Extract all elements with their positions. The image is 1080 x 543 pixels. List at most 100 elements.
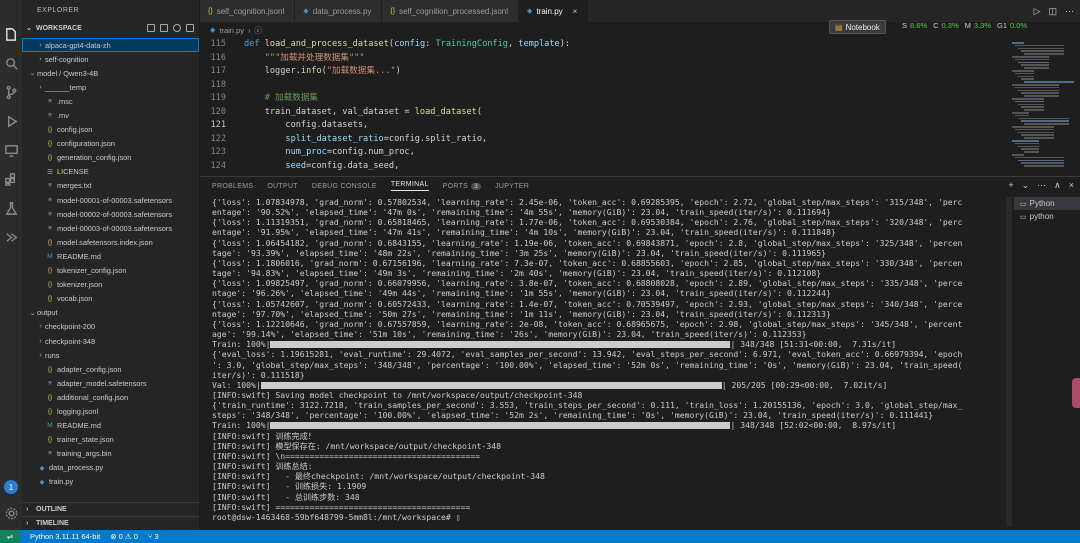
tree-file[interactable]: ◆ data_process.py	[22, 461, 199, 475]
tree-item-label: config.json	[57, 125, 93, 135]
tree-folder[interactable]: ⌄ output	[22, 306, 199, 320]
editor-tab[interactable]: ◆ train.py ×	[519, 0, 589, 22]
panel-tab-jupyter[interactable]: JUPYTER	[495, 183, 529, 190]
tree-file[interactable]: ≡ merges.txt	[22, 179, 199, 193]
panel-tab-problems[interactable]: PROBLEMS	[212, 183, 253, 190]
breadcrumb-file[interactable]: train.py	[219, 26, 244, 35]
minimap-line	[1018, 47, 1064, 50]
ports-indicator[interactable]: ⑂ 3	[148, 532, 159, 541]
progress-bar	[260, 381, 722, 389]
tree-file[interactable]: ≡ model-00003-of-00003.safetensors	[22, 221, 199, 235]
tree-file[interactable]: {} model.safetensors.index.json	[22, 235, 199, 249]
panel-tab-terminal[interactable]: TERMINAL	[390, 181, 429, 191]
gear-icon[interactable]	[3, 505, 19, 521]
tree-file[interactable]: {} logging.jsonl	[22, 404, 199, 418]
tree-folder[interactable]: › self-cognition	[22, 52, 199, 66]
minimap-line	[1015, 86, 1059, 89]
code-line[interactable]: 121 config.datasets,	[200, 119, 1006, 133]
code-line[interactable]: 116 """加载并处理数据集"""	[200, 52, 1006, 66]
tree-file[interactable]: {} trainer_state.json	[22, 433, 199, 447]
tree-file[interactable]: ☰ LICENSE	[22, 165, 199, 179]
panel-tab-ports[interactable]: PORTS 3	[443, 182, 482, 190]
outline-section[interactable]: › OUTLINE	[22, 502, 199, 516]
minimap-line	[1024, 109, 1044, 111]
minimap[interactable]	[1006, 38, 1080, 173]
code-line[interactable]: 123 num_proc=config.num_proc,	[200, 146, 1006, 160]
tree-folder[interactable]: › checkpoint-348	[22, 334, 199, 348]
new-terminal-icon[interactable]: +	[1008, 180, 1013, 191]
tree-file[interactable]: {} vocab.json	[22, 292, 199, 306]
code-line[interactable]: 115 def load_and_process_dataset(config: …	[200, 38, 1006, 52]
terminal-instance[interactable]: ▭ Python	[1014, 197, 1080, 210]
explorer-icon[interactable]	[3, 26, 19, 42]
code-line[interactable]: 122 split_dataset_ratio=config.split_rat…	[200, 133, 1006, 147]
code-line[interactable]: 117 logger.info("加载数据集...")	[200, 65, 1006, 79]
tree-file[interactable]: ≡ adapter_model.safetensors	[22, 376, 199, 390]
editor-tab[interactable]: {} self_cognition_processed.jsonl	[382, 0, 520, 22]
tree-file[interactable]: M README.md	[22, 419, 199, 433]
tree-file[interactable]: ◆ train.py	[22, 475, 199, 489]
workspace-section[interactable]: ⌄ WORKSPACE	[22, 20, 199, 36]
tree-folder[interactable]: › checkpoint-200	[22, 320, 199, 334]
tree-file[interactable]: {} tokenizer.json	[22, 278, 199, 292]
tree-folder[interactable]: › ______temp	[22, 80, 199, 94]
editor-tab[interactable]: {} self_cognition.jsonl	[200, 0, 296, 22]
code-line[interactable]: 118	[200, 79, 1006, 93]
more-actions-icon[interactable]: ⋯	[1065, 6, 1074, 17]
run-icon[interactable]: ▷	[1034, 6, 1041, 17]
problems-indicator[interactable]: ⊗ 0 ⚠ 0	[110, 532, 138, 541]
close-icon[interactable]: ×	[1069, 180, 1074, 191]
testing-flask-icon[interactable]	[3, 200, 19, 216]
source-control-icon[interactable]	[3, 84, 19, 100]
panel-tab-debug-console[interactable]: DEBUG CONSOLE	[312, 183, 377, 190]
terminal-line: age': '99.14%', 'elapsed_time': '51m 10s…	[212, 329, 1002, 339]
tree-file[interactable]: ≡ model-00002-of-00003.safetensors	[22, 207, 199, 221]
split-editor-icon[interactable]: ◫	[1048, 6, 1057, 17]
new-file-icon[interactable]	[147, 24, 155, 32]
tree-file[interactable]: {} configuration.json	[22, 137, 199, 151]
panel-tab-output[interactable]: OUTPUT	[267, 183, 298, 190]
minimap-line	[1024, 123, 1069, 125]
terminal-instance[interactable]: ▭ python	[1014, 210, 1080, 223]
tree-file[interactable]: ≡ model-00001-of-00003.safetensors	[22, 193, 199, 207]
chevron-down-icon[interactable]: ⌄	[1022, 180, 1030, 191]
floating-assistant-handle[interactable]	[1072, 378, 1080, 408]
extensions-icon[interactable]	[3, 171, 19, 187]
tree-folder[interactable]: ⌄ model / Qwen3-4B	[22, 66, 199, 80]
account-icon[interactable]: 1	[4, 480, 18, 494]
tree-file[interactable]: M README.md	[22, 249, 199, 263]
refresh-icon[interactable]	[173, 24, 181, 32]
tree-folder[interactable]: › alpaca-gpt4-data-zh	[22, 38, 199, 53]
tree-file[interactable]: {} adapter_config.json	[22, 362, 199, 376]
tree-file[interactable]: {} additional_config.json	[22, 390, 199, 404]
maximize-panel-icon[interactable]: ∧	[1054, 180, 1061, 191]
timeline-section[interactable]: › TIMELINE	[22, 516, 199, 530]
code-line[interactable]: 124 seed=config.data_seed,	[200, 160, 1006, 174]
close-icon[interactable]: ×	[573, 7, 578, 16]
search-icon[interactable]	[3, 55, 19, 71]
collapse-all-icon[interactable]	[186, 24, 194, 32]
code-editor[interactable]: 115 def load_and_process_dataset(config: …	[200, 38, 1006, 173]
tree-file[interactable]: ≡ training_args.bin	[22, 447, 199, 461]
tree-file[interactable]: {} generation_config.json	[22, 151, 199, 165]
tree-file[interactable]: ≡ .msc	[22, 94, 199, 108]
more-actions-icon[interactable]: ⋯	[1037, 180, 1046, 191]
tree-file[interactable]: ≡ .mv	[22, 108, 199, 122]
terminal-scrollbar[interactable]	[1006, 197, 1012, 527]
modelscope-icon[interactable]	[3, 229, 19, 245]
tree-file[interactable]: {} config.json	[22, 123, 199, 137]
code-line[interactable]: 120 train_dataset, val_dataset = load_da…	[200, 106, 1006, 120]
tree-item-label: data_process.py	[49, 463, 104, 473]
remote-explorer-icon[interactable]	[3, 142, 19, 158]
notebook-button[interactable]: ▤ Notebook	[829, 20, 886, 34]
tree-file[interactable]: {} tokenizer_config.json	[22, 264, 199, 278]
code-line[interactable]: 119 # 加载数据集	[200, 92, 1006, 106]
new-folder-icon[interactable]	[160, 24, 168, 32]
run-debug-icon[interactable]	[3, 113, 19, 129]
tree-item-label: model-00002-of-00003.safetensors	[57, 209, 173, 219]
python-interpreter[interactable]: Python 3.11.11 64-bit	[30, 532, 100, 541]
editor-tab[interactable]: ◆ data_process.py	[295, 0, 383, 22]
remote-indicator-icon[interactable]: ⇌	[0, 530, 20, 543]
tree-folder[interactable]: › runs	[22, 348, 199, 362]
terminal-output[interactable]: {'loss': 1.07834978, 'grad_norm': 0.5780…	[212, 197, 1002, 529]
